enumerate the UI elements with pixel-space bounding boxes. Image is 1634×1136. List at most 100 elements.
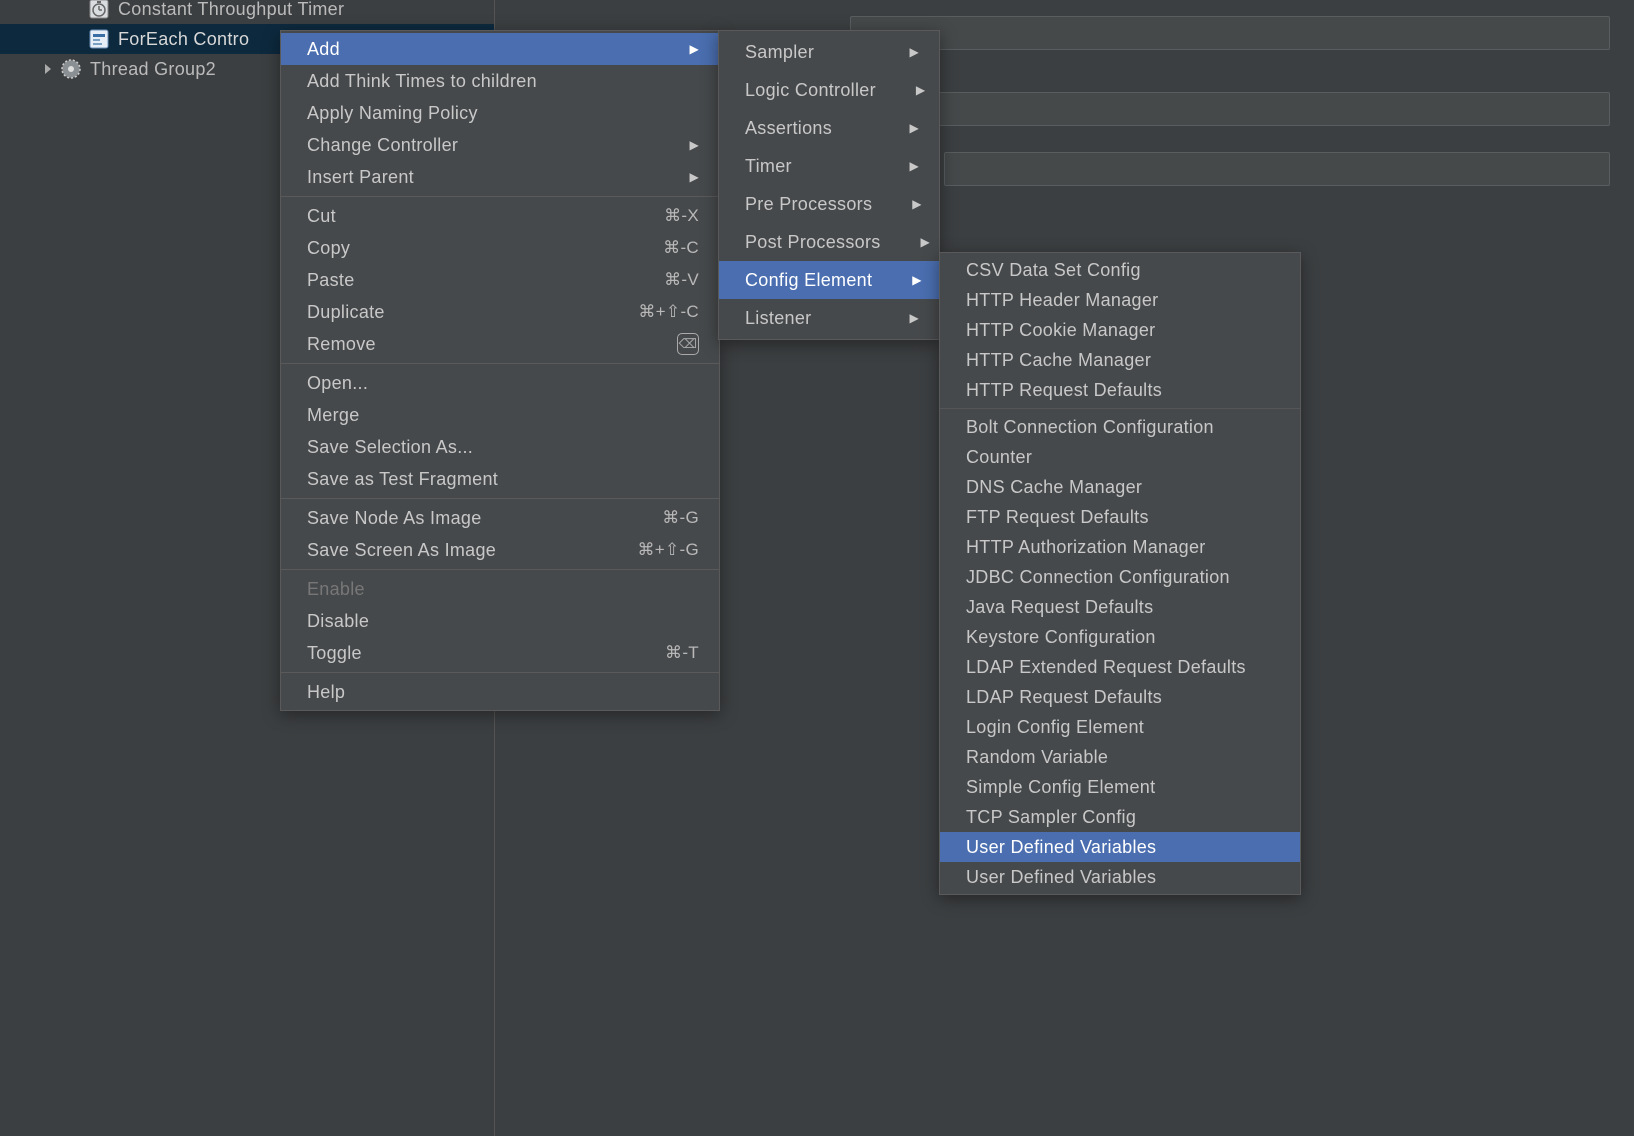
menu-label: Save Selection As... bbox=[307, 437, 473, 458]
menu-label: FTP Request Defaults bbox=[966, 507, 1149, 528]
menu-label: Simple Config Element bbox=[966, 777, 1155, 798]
menu-duplicate[interactable]: Duplicate ⌘+⇧-C bbox=[281, 296, 719, 328]
delete-icon: ⌫ bbox=[677, 333, 699, 355]
menu-label: HTTP Cache Manager bbox=[966, 350, 1151, 371]
submenu-arrow-icon: ▶ bbox=[869, 121, 919, 135]
menu-shortcut: ⌘-G bbox=[622, 508, 699, 528]
menu-label: Cut bbox=[307, 206, 336, 227]
config-bolt-connection[interactable]: Bolt Connection Configuration bbox=[940, 412, 1300, 442]
config-ldap-extended-request-defaults[interactable]: LDAP Extended Request Defaults bbox=[940, 652, 1300, 682]
menu-shortcut: ⌘-T bbox=[625, 643, 699, 663]
menu-save-screen-image[interactable]: Save Screen As Image ⌘+⇧-G bbox=[281, 534, 719, 566]
field-box[interactable] bbox=[944, 152, 1610, 186]
menu-add-think-times[interactable]: Add Think Times to children bbox=[281, 65, 719, 97]
menu-change-controller[interactable]: Change Controller ▶ bbox=[281, 129, 719, 161]
submenu-arrow-icon: ▶ bbox=[869, 159, 919, 173]
menu-label: Save Node As Image bbox=[307, 508, 482, 529]
menu-separator bbox=[281, 569, 719, 570]
config-ldap-request-defaults[interactable]: LDAP Request Defaults bbox=[940, 682, 1300, 712]
menu-shortcut: ⌘-C bbox=[623, 238, 699, 258]
submenu-arrow-icon: ▶ bbox=[872, 273, 922, 287]
menu-label: Java Request Defaults bbox=[966, 597, 1153, 618]
config-java-request-defaults[interactable]: Java Request Defaults bbox=[940, 592, 1300, 622]
config-user-defined-variables-2[interactable]: User Defined Variables bbox=[940, 862, 1300, 892]
menu-label: Remove bbox=[307, 334, 376, 355]
submenu-pre-processors[interactable]: Pre Processors ▶ bbox=[719, 185, 939, 223]
menu-separator bbox=[940, 408, 1300, 409]
config-tcp-sampler-config[interactable]: TCP Sampler Config bbox=[940, 802, 1300, 832]
config-ftp-request-defaults[interactable]: FTP Request Defaults bbox=[940, 502, 1300, 532]
menu-label: Help bbox=[307, 682, 345, 703]
config-csv-data-set[interactable]: CSV Data Set Config bbox=[940, 255, 1300, 285]
menu-label: User Defined Variables bbox=[966, 837, 1156, 858]
config-http-cache-manager[interactable]: HTTP Cache Manager bbox=[940, 345, 1300, 375]
menu-label: TCP Sampler Config bbox=[966, 807, 1136, 828]
config-http-authorization-manager[interactable]: HTTP Authorization Manager bbox=[940, 532, 1300, 562]
submenu-add: Sampler ▶ Logic Controller ▶ Assertions … bbox=[718, 30, 940, 340]
menu-help[interactable]: Help bbox=[281, 676, 719, 708]
menu-disable[interactable]: Disable bbox=[281, 605, 719, 637]
config-login-config-element[interactable]: Login Config Element bbox=[940, 712, 1300, 742]
menu-insert-parent[interactable]: Insert Parent ▶ bbox=[281, 161, 719, 193]
menu-label: HTTP Authorization Manager bbox=[966, 537, 1206, 558]
submenu-listener[interactable]: Listener ▶ bbox=[719, 299, 939, 337]
menu-open[interactable]: Open... bbox=[281, 367, 719, 399]
field-box[interactable] bbox=[850, 16, 1610, 50]
menu-merge[interactable]: Merge bbox=[281, 399, 719, 431]
submenu-arrow-icon: ▶ bbox=[876, 83, 926, 97]
menu-remove[interactable]: Remove ⌫ bbox=[281, 328, 719, 360]
submenu-sampler[interactable]: Sampler ▶ bbox=[719, 33, 939, 71]
config-http-cookie-manager[interactable]: HTTP Cookie Manager bbox=[940, 315, 1300, 345]
config-user-defined-variables[interactable]: User Defined Variables bbox=[940, 832, 1300, 862]
menu-toggle[interactable]: Toggle ⌘-T bbox=[281, 637, 719, 669]
menu-copy[interactable]: Copy ⌘-C bbox=[281, 232, 719, 264]
submenu-assertions[interactable]: Assertions ▶ bbox=[719, 109, 939, 147]
config-keystore-configuration[interactable]: Keystore Configuration bbox=[940, 622, 1300, 652]
config-counter[interactable]: Counter bbox=[940, 442, 1300, 472]
tree-item-timer[interactable]: Constant Throughput Timer bbox=[0, 0, 494, 24]
config-http-header-manager[interactable]: HTTP Header Manager bbox=[940, 285, 1300, 315]
menu-paste[interactable]: Paste ⌘-V bbox=[281, 264, 719, 296]
menu-label: Logic Controller bbox=[745, 80, 876, 101]
menu-cut[interactable]: Cut ⌘-X bbox=[281, 200, 719, 232]
menu-label: Pre Processors bbox=[745, 194, 872, 215]
config-dns-cache-manager[interactable]: DNS Cache Manager bbox=[940, 472, 1300, 502]
tree-item-label: Thread Group2 bbox=[90, 59, 216, 80]
submenu-arrow-icon: ▶ bbox=[869, 45, 919, 59]
menu-save-node-image[interactable]: Save Node As Image ⌘-G bbox=[281, 502, 719, 534]
menu-label: Paste bbox=[307, 270, 355, 291]
menu-apply-naming[interactable]: Apply Naming Policy bbox=[281, 97, 719, 129]
submenu-timer[interactable]: Timer ▶ bbox=[719, 147, 939, 185]
menu-label: Enable bbox=[307, 579, 365, 600]
submenu-arrow-icon: ▶ bbox=[869, 311, 919, 325]
config-http-request-defaults[interactable]: HTTP Request Defaults bbox=[940, 375, 1300, 405]
menu-label: Apply Naming Policy bbox=[307, 103, 478, 124]
config-simple-config-element[interactable]: Simple Config Element bbox=[940, 772, 1300, 802]
submenu-post-processors[interactable]: Post Processors ▶ bbox=[719, 223, 939, 261]
config-random-variable[interactable]: Random Variable bbox=[940, 742, 1300, 772]
menu-label: Assertions bbox=[745, 118, 832, 139]
menu-label: DNS Cache Manager bbox=[966, 477, 1142, 498]
menu-label: LDAP Request Defaults bbox=[966, 687, 1162, 708]
menu-label: Post Processors bbox=[745, 232, 881, 253]
menu-label: Copy bbox=[307, 238, 350, 259]
submenu-config-element[interactable]: Config Element ▶ bbox=[719, 261, 939, 299]
context-menu: Add ▶ Add Think Times to children Apply … bbox=[280, 30, 720, 711]
submenu-logic-controller[interactable]: Logic Controller ▶ bbox=[719, 71, 939, 109]
menu-shortcut: ⌘-X bbox=[624, 206, 699, 226]
menu-save-test-fragment[interactable]: Save as Test Fragment bbox=[281, 463, 719, 495]
config-jdbc-connection[interactable]: JDBC Connection Configuration bbox=[940, 562, 1300, 592]
menu-label: User Defined Variables bbox=[966, 867, 1156, 888]
thread-group-icon bbox=[60, 58, 82, 80]
menu-save-selection[interactable]: Save Selection As... bbox=[281, 431, 719, 463]
menu-add[interactable]: Add ▶ bbox=[281, 33, 719, 65]
expand-arrow-icon[interactable] bbox=[40, 64, 56, 74]
field-box[interactable] bbox=[850, 92, 1610, 126]
menu-label: Config Element bbox=[745, 270, 872, 291]
menu-separator bbox=[281, 363, 719, 364]
menu-label: Keystore Configuration bbox=[966, 627, 1156, 648]
menu-separator bbox=[281, 672, 719, 673]
menu-label: LDAP Extended Request Defaults bbox=[966, 657, 1246, 678]
menu-label: Add Think Times to children bbox=[307, 71, 537, 92]
menu-label: HTTP Request Defaults bbox=[966, 380, 1162, 401]
